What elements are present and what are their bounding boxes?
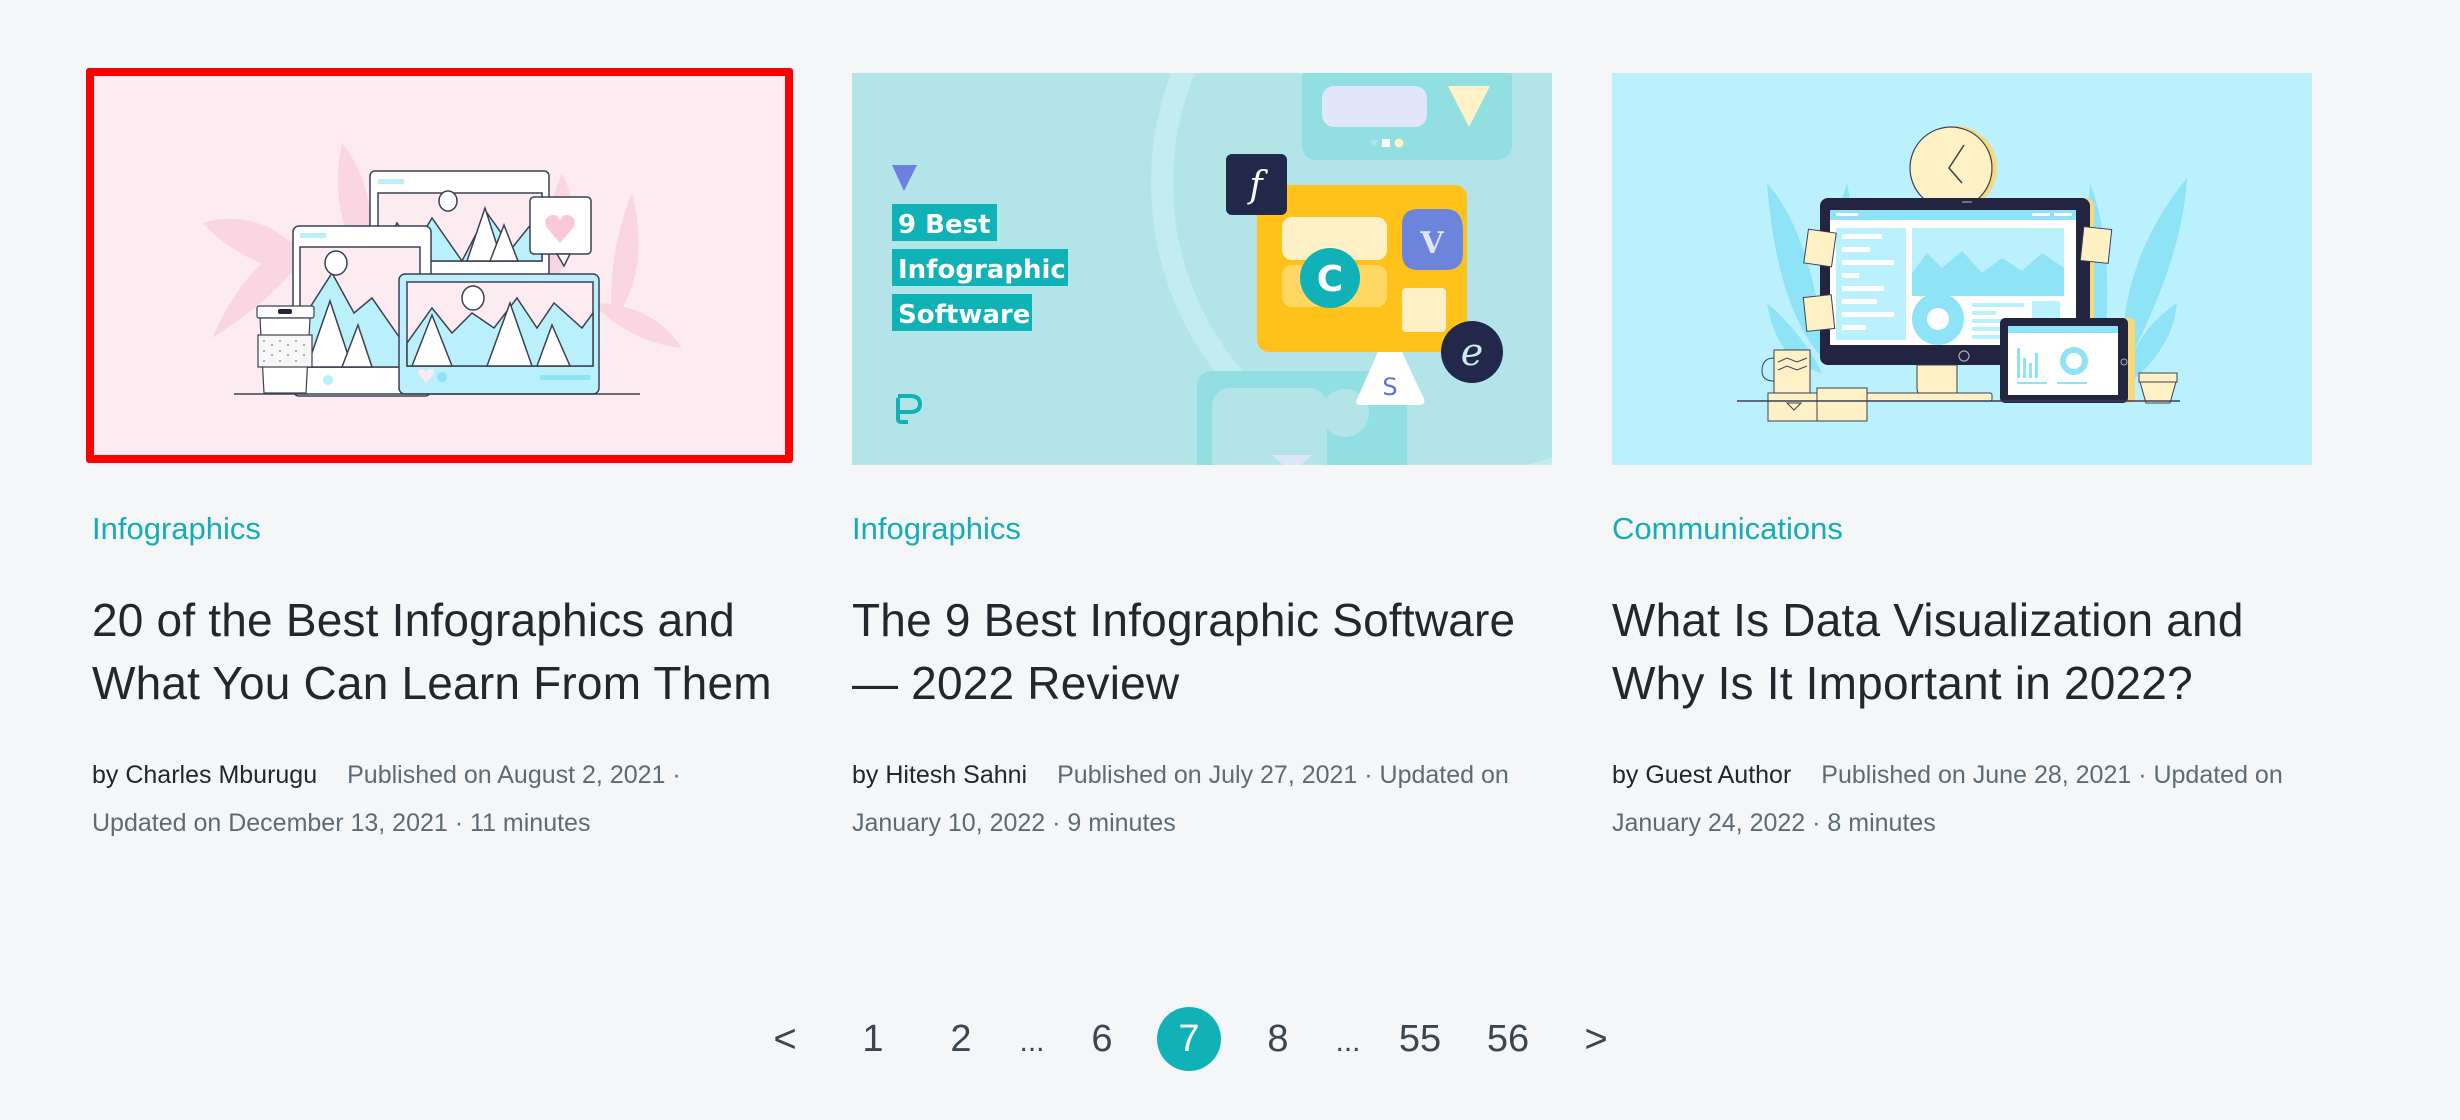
pagination: < 1 2 ... 6 7 8 ... 55 56 > — [0, 1007, 2460, 1071]
article-category-link[interactable]: Infographics — [92, 509, 261, 549]
article-meta: by Hitesh Sahni Published on July 27, 202… — [852, 751, 1532, 847]
overlay-line-2: Infographic — [898, 255, 1066, 285]
article-author[interactable]: by Charles Mburugu — [92, 761, 317, 789]
article-meta: by Guest Author Published on June 28, 202… — [1612, 751, 2292, 847]
c-logo-glyph: C — [1317, 259, 1343, 300]
s-logo-glyph: S — [1382, 373, 1397, 401]
devices-illustration — [92, 73, 792, 465]
article-title-link[interactable]: 20 of the Best Infographics and What You… — [92, 589, 792, 715]
previous-page-button[interactable]: < — [753, 1007, 817, 1071]
article-title-link[interactable]: The 9 Best Infographic Software — 2022 R… — [852, 589, 1552, 715]
v-logo-glyph: V — [1419, 226, 1444, 261]
software-logos-illustration: f V C e S 9 Best Infographic Software — [852, 73, 1552, 465]
article-category-link[interactable]: Infographics — [852, 509, 1021, 549]
article-card: Infographics 20 of the Best Infographics… — [86, 68, 793, 837]
e-logo-glyph: e — [1461, 330, 1484, 374]
page-1-button[interactable]: 1 — [841, 1007, 905, 1071]
article-category-link[interactable]: Communications — [1612, 509, 1843, 549]
page-8-button[interactable]: 8 — [1246, 1007, 1310, 1071]
overlay-line-3: Software — [898, 300, 1030, 330]
article-author[interactable]: by Guest Author — [1612, 761, 1791, 789]
page-6-button[interactable]: 6 — [1070, 1007, 1134, 1071]
article-thumbnail[interactable] — [1612, 73, 2312, 465]
overlay-line-1: 9 Best — [898, 210, 991, 240]
pagination-ellipsis: ... — [1019, 1025, 1045, 1058]
page-7-current-button[interactable]: 7 — [1157, 1007, 1221, 1071]
next-page-button[interactable]: > — [1564, 1007, 1628, 1071]
article-author[interactable]: by Hitesh Sahni — [852, 761, 1027, 789]
page-55-button[interactable]: 55 — [1388, 1007, 1452, 1071]
pagination-ellipsis: ... — [1335, 1025, 1361, 1058]
page-56-button[interactable]: 56 — [1476, 1007, 1540, 1071]
article-thumbnail[interactable] — [92, 73, 792, 465]
article-title-link[interactable]: What Is Data Visualization and Why Is It… — [1612, 589, 2312, 715]
article-thumbnail[interactable]: f V C e S 9 Best Infographic Software — [852, 73, 1552, 465]
article-card: f V C e S 9 Best Infographic Software In… — [852, 73, 1552, 837]
dashboard-monitor-illustration — [1612, 73, 2312, 465]
page-2-button[interactable]: 2 — [929, 1007, 993, 1071]
article-card: Communications What Is Data Visualizatio… — [1612, 73, 2312, 837]
article-meta: by Charles Mburugu Published on August 2,… — [92, 751, 772, 847]
